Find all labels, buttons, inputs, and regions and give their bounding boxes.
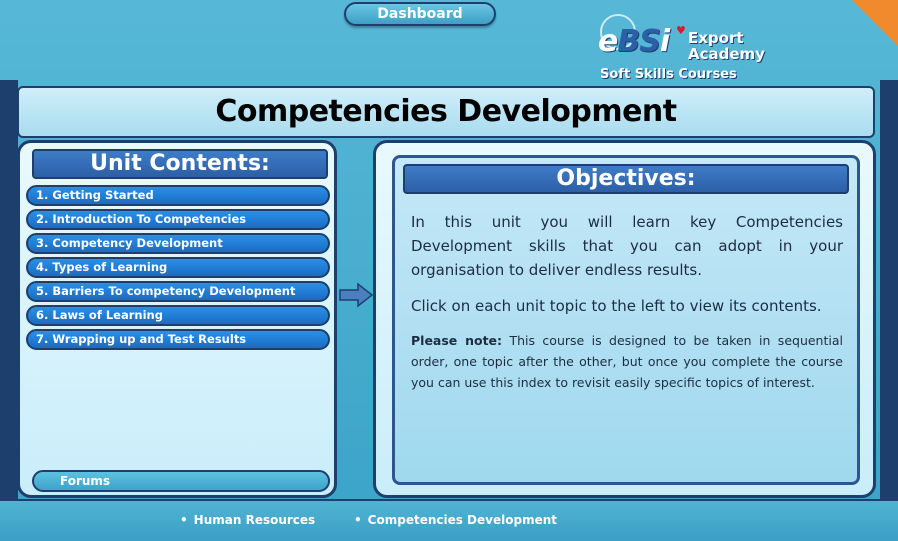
logo-brand: eBSi bbox=[598, 24, 670, 59]
unit-contents-heading: Unit Contents: bbox=[32, 149, 328, 179]
logo-subtitle: Soft Skills Courses bbox=[600, 67, 737, 82]
left-border bbox=[0, 80, 18, 510]
heart-icon: ♥ bbox=[676, 24, 686, 37]
footer-bar: Human Resources Competencies Development bbox=[0, 499, 898, 541]
objectives-body: In this unit you will learn key Competen… bbox=[411, 210, 843, 393]
unit-item-types-of-learning[interactable]: 4. Types of Learning bbox=[26, 257, 330, 278]
unit-item-wrapping-up[interactable]: 7. Wrapping up and Test Results bbox=[26, 329, 330, 350]
right-border bbox=[880, 80, 898, 510]
objectives-inner: Objectives: In this unit you will learn … bbox=[392, 155, 860, 485]
note-label: Please note: bbox=[411, 333, 503, 348]
objectives-heading: Objectives: bbox=[403, 164, 849, 194]
title-panel: Competencies Development bbox=[17, 86, 875, 138]
ebsi-logo: eBSi ♥ Export Academy Soft Skills Course… bbox=[598, 12, 768, 84]
unit-contents-panel: Unit Contents: 1. Getting Started 2. Int… bbox=[17, 140, 337, 498]
unit-item-laws-of-learning[interactable]: 6. Laws of Learning bbox=[26, 305, 330, 326]
footer-link-human-resources[interactable]: Human Resources bbox=[180, 513, 316, 527]
footer-link-competencies-development[interactable]: Competencies Development bbox=[354, 513, 557, 527]
unit-item-introduction[interactable]: 2. Introduction To Competencies bbox=[26, 209, 330, 230]
unit-item-barriers[interactable]: 5. Barriers To competency Development bbox=[26, 281, 330, 302]
page-title: Competencies Development bbox=[215, 94, 677, 129]
unit-item-getting-started[interactable]: 1. Getting Started bbox=[26, 185, 330, 206]
objectives-paragraph-1: In this unit you will learn key Competen… bbox=[411, 213, 843, 279]
corner-accent bbox=[852, 0, 898, 46]
logo-text: Export Academy bbox=[688, 29, 765, 63]
objectives-paragraph-2: Click on each unit topic to the left to … bbox=[411, 297, 822, 315]
objectives-note: Please note: This course is designed to … bbox=[411, 330, 843, 393]
unit-item-competency-development[interactable]: 3. Competency Development bbox=[26, 233, 330, 254]
objectives-panel: Objectives: In this unit you will learn … bbox=[373, 140, 876, 498]
dashboard-button[interactable]: Dashboard bbox=[344, 2, 496, 26]
unit-list: 1. Getting Started 2. Introduction To Co… bbox=[26, 185, 330, 353]
forums-button[interactable]: Forums bbox=[32, 470, 330, 492]
app-frame: Dashboard eBSi ♥ Export Academy Soft Ski… bbox=[0, 0, 898, 541]
arrow-right-icon bbox=[339, 282, 374, 308]
